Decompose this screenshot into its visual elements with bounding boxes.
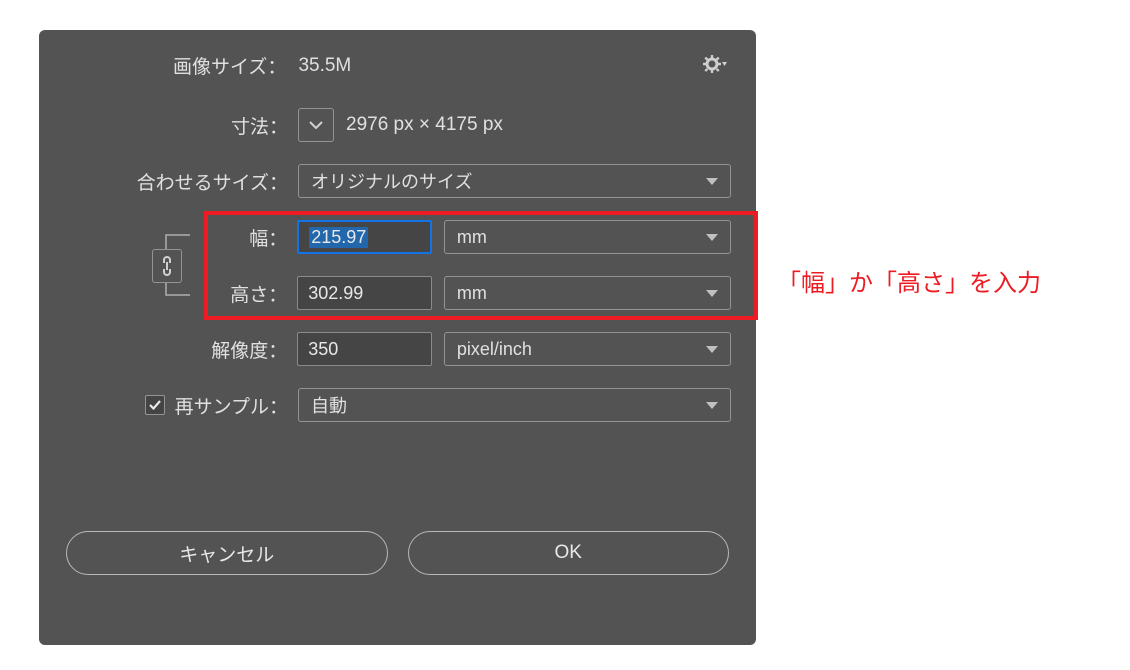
resolution-input[interactable]: 350	[297, 332, 432, 366]
dimensions-label: 寸法：	[64, 112, 298, 139]
cancel-label: キャンセル	[179, 540, 274, 567]
width-value: 215.97	[309, 227, 368, 248]
image-size-label: 画像サイズ：	[173, 52, 286, 79]
resolution-unit-select[interactable]: pixel/inch	[444, 332, 731, 366]
height-value: 302.99	[308, 283, 363, 304]
width-input[interactable]: 215.97	[297, 220, 432, 254]
resolution-row: 解像度： 350 pixel/inch	[64, 331, 731, 367]
resample-label: 再サンプル：	[175, 392, 288, 419]
dimensions-row: 寸法： 2976 px × 4175 px	[64, 107, 731, 143]
height-input[interactable]: 302.99	[297, 276, 432, 310]
fit-to-select[interactable]: オリジナルのサイズ	[298, 164, 731, 198]
header-row: 画像サイズ： 35.5M	[64, 52, 731, 79]
gear-icon[interactable]	[701, 50, 729, 78]
image-size-value: 35.5M	[298, 55, 351, 77]
width-unit: mm	[457, 227, 487, 248]
width-unit-select[interactable]: mm	[444, 220, 731, 254]
fit-to-selected: オリジナルのサイズ	[311, 168, 472, 194]
resample-method-select[interactable]: 自動	[298, 388, 731, 422]
fit-to-row: 合わせるサイズ： オリジナルのサイズ	[64, 163, 731, 199]
resolution-unit: pixel/inch	[457, 339, 532, 360]
resample-row: 再サンプル： 自動	[64, 387, 731, 423]
ok-label: OK	[555, 542, 582, 564]
image-size-dialog: 画像サイズ： 35.5M 寸法：	[39, 30, 756, 645]
ok-button[interactable]: OK	[408, 531, 730, 575]
height-unit: mm	[457, 283, 487, 304]
resample-checkbox[interactable]	[145, 395, 165, 415]
constrain-proportions-button[interactable]	[152, 249, 182, 283]
annotation-text: 「幅」か「高さ」を入力	[777, 263, 1041, 298]
height-label: 高さ：	[64, 280, 297, 307]
size-input-group: 幅： 215.97 mm 高さ： 302.99 mm	[64, 219, 731, 311]
dimensions-value: 2976 px × 4175 px	[346, 114, 503, 136]
width-label: 幅：	[64, 224, 297, 251]
fit-to-label: 合わせるサイズ：	[64, 168, 298, 195]
cancel-button[interactable]: キャンセル	[66, 531, 388, 575]
resolution-value: 350	[308, 339, 338, 360]
resolution-label: 解像度：	[64, 336, 297, 363]
button-row: キャンセル OK	[64, 531, 731, 575]
dimensions-unit-toggle[interactable]	[298, 108, 334, 142]
resample-selected: 自動	[311, 392, 347, 418]
height-unit-select[interactable]: mm	[444, 276, 731, 310]
